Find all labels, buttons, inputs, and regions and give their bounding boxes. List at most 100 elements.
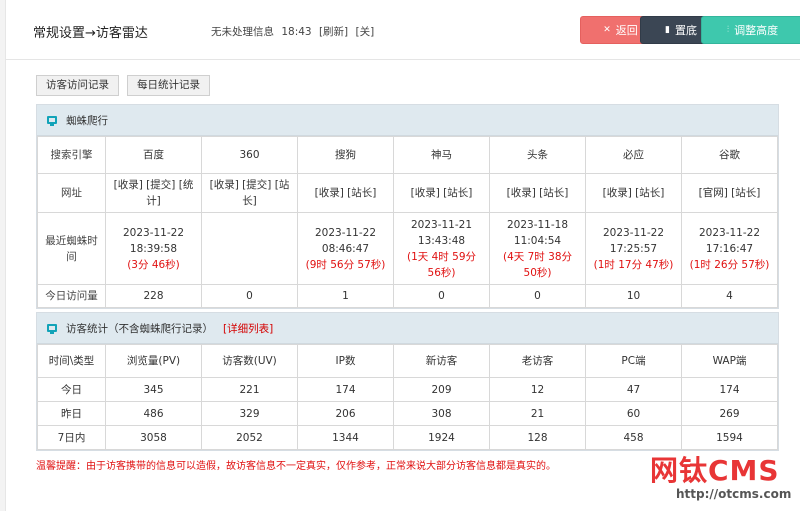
- column-header: IP数: [297, 344, 394, 378]
- close-link[interactable]: [关]: [356, 26, 375, 38]
- bookmark-icon: ▮: [665, 25, 670, 35]
- last-crawl-cell: 2023-11-22 17:25:57 (1时 17分 47秒): [585, 212, 682, 285]
- crawl-date: 2023-11-22: [122, 226, 185, 239]
- scroll-bottom-button-label: 置底: [674, 24, 697, 37]
- watermark-logo: 网钛CMS: [650, 454, 780, 487]
- crawl-time: 18:39:58: [129, 242, 178, 255]
- engine-name: 360: [201, 136, 298, 174]
- last-crawl-row: 最近蜘蛛时间 2023-11-22 18:39:58 (3分 46秒) 2023-1…: [37, 212, 778, 285]
- today-visits: 4: [681, 284, 778, 308]
- visitor-table: 时间\类型 浏览量(PV) 访客数(UV) IP数 新访客 老访客 PC端 WA…: [37, 344, 778, 450]
- table-cell: 1924: [393, 425, 490, 450]
- column-header: 老访客: [489, 344, 586, 378]
- sliders-icon: ⫶: [726, 25, 730, 35]
- refresh-link[interactable]: [刷新]: [319, 26, 348, 38]
- back-button-label: 返回: [615, 24, 638, 37]
- table-cell: 7日内: [37, 425, 106, 450]
- x-mark-icon: ✕: [603, 25, 611, 35]
- row-label-last-crawl: 最近蜘蛛时间: [37, 212, 106, 285]
- url-row: 网址 [收录] [提交] [统计] [收录] [提交] [站长] [收录] [站…: [37, 173, 778, 213]
- engine-name: 搜狗: [297, 136, 394, 174]
- table-cell: 12: [489, 377, 586, 402]
- spider-table: 搜索引擎 百度 360 搜狗 神马 头条 必应 谷歌 网址 [收录] [提交] …: [37, 136, 778, 308]
- table-cell: 128: [489, 425, 586, 450]
- engine-links[interactable]: [收录] [提交] [统计]: [105, 173, 202, 213]
- table-cell: 1344: [297, 425, 394, 450]
- spider-panel-title: 蜘蛛爬行: [66, 114, 108, 127]
- spider-panel-header: 蜘蛛爬行: [37, 105, 778, 136]
- status-line: 无未处理信息 18:43 [刷新] [关]: [211, 24, 378, 39]
- monitor-icon: [47, 324, 57, 334]
- crawl-date: 2023-11-22: [698, 226, 761, 239]
- engine-name: 神马: [393, 136, 490, 174]
- column-header: WAP端: [681, 344, 778, 378]
- row-label-today: 今日访问量: [37, 284, 106, 308]
- tab-visitor-records[interactable]: 访客访问记录: [36, 75, 119, 96]
- crawl-ago: (3分 46秒): [127, 258, 180, 271]
- adjust-height-button-label: 调整高度: [734, 24, 779, 37]
- visitor-panel: 访客统计（不含蜘蛛爬行记录） [详细列表] 时间\类型 浏览量(PV) 访客数(…: [36, 312, 779, 451]
- today-visits: 1: [297, 284, 394, 308]
- crawl-ago: (4天 7时 38分 50秒): [503, 250, 572, 279]
- left-scroll-gutter: [0, 0, 6, 511]
- table-cell: 1594: [681, 425, 778, 450]
- table-cell: 174: [681, 377, 778, 402]
- last-crawl-cell: 2023-11-22 18:39:58 (3分 46秒): [105, 212, 202, 285]
- last-crawl-cell: 2023-11-22 17:16:47 (1时 26分 57秒): [681, 212, 778, 285]
- table-cell: 329: [201, 401, 298, 426]
- table-cell: 206: [297, 401, 394, 426]
- visitor-panel-header: 访客统计（不含蜘蛛爬行记录） [详细列表]: [37, 313, 778, 344]
- today-visits: 0: [201, 284, 298, 308]
- row-label-url: 网址: [37, 173, 106, 213]
- table-cell: 209: [393, 377, 490, 402]
- table-cell: 昨日: [37, 401, 106, 426]
- crawl-time: 08:46:47: [321, 242, 370, 255]
- adjust-height-button[interactable]: ⫶ 调整高度: [701, 16, 800, 44]
- status-time: 18:43: [281, 26, 312, 38]
- engine-name: 必应: [585, 136, 682, 174]
- table-cell: 269: [681, 401, 778, 426]
- page-title: 常规设置→访客雷达: [33, 26, 148, 41]
- crawl-date: 2023-11-21: [410, 218, 473, 231]
- crawl-ago: (1时 26分 57秒): [689, 258, 770, 271]
- last-crawl-cell: 2023-11-18 11:04:54 (4天 7时 38分 50秒): [489, 212, 586, 285]
- today-visits: 0: [393, 284, 490, 308]
- top-bar: 常规设置→访客雷达 无未处理信息 18:43 [刷新] [关] ✕ 返回 ▮ 置…: [6, 0, 800, 60]
- visitor-panel-title: 访客统计（不含蜘蛛爬行记录）: [66, 322, 213, 335]
- engine-links[interactable]: [收录] [提交] [站长]: [201, 173, 298, 213]
- table-cell: 3058: [105, 425, 202, 450]
- last-crawl-cell: 2023-11-21 13:43:48 (1天 4时 59分 56秒): [393, 212, 490, 285]
- table-cell: 今日: [37, 377, 106, 402]
- engine-links[interactable]: [收录] [站长]: [393, 173, 490, 213]
- engine-links[interactable]: [官网] [站长]: [681, 173, 778, 213]
- table-cell: 458: [585, 425, 682, 450]
- today-visits: 0: [489, 284, 586, 308]
- visitor-header-row: 时间\类型 浏览量(PV) 访客数(UV) IP数 新访客 老访客 PC端 WA…: [37, 344, 778, 378]
- column-header: 访客数(UV): [201, 344, 298, 378]
- engine-links[interactable]: [收录] [站长]: [489, 173, 586, 213]
- crawl-date: 2023-11-22: [314, 226, 377, 239]
- detail-list-link[interactable]: [详细列表]: [223, 321, 273, 336]
- table-row: 7日内 3058 2052 1344 1924 128 458 1594: [37, 425, 778, 450]
- tab-daily-stats[interactable]: 每日统计记录: [127, 75, 210, 96]
- unread-status: 无未处理信息: [211, 26, 274, 38]
- engine-name: 百度: [105, 136, 202, 174]
- column-header: PC端: [585, 344, 682, 378]
- table-cell: 221: [201, 377, 298, 402]
- engine-links[interactable]: [收录] [站长]: [585, 173, 682, 213]
- table-cell: 486: [105, 401, 202, 426]
- monitor-icon: [47, 116, 57, 126]
- row-label-engine: 搜索引擎: [37, 136, 106, 174]
- crawl-ago: (1时 17分 47秒): [593, 258, 674, 271]
- column-header: 新访客: [393, 344, 490, 378]
- table-cell: 47: [585, 377, 682, 402]
- crawl-ago: (1天 4时 59分 56秒): [407, 250, 476, 279]
- last-crawl-cell: 2023-11-22 08:46:47 (9时 56分 57秒): [297, 212, 394, 285]
- today-visits: 228: [105, 284, 202, 308]
- engine-row: 搜索引擎 百度 360 搜狗 神马 头条 必应 谷歌: [37, 136, 778, 174]
- column-header: 时间\类型: [37, 344, 106, 378]
- crawl-date: 2023-11-22: [602, 226, 665, 239]
- table-cell: 60: [585, 401, 682, 426]
- engine-name: 谷歌: [681, 136, 778, 174]
- engine-links[interactable]: [收录] [站长]: [297, 173, 394, 213]
